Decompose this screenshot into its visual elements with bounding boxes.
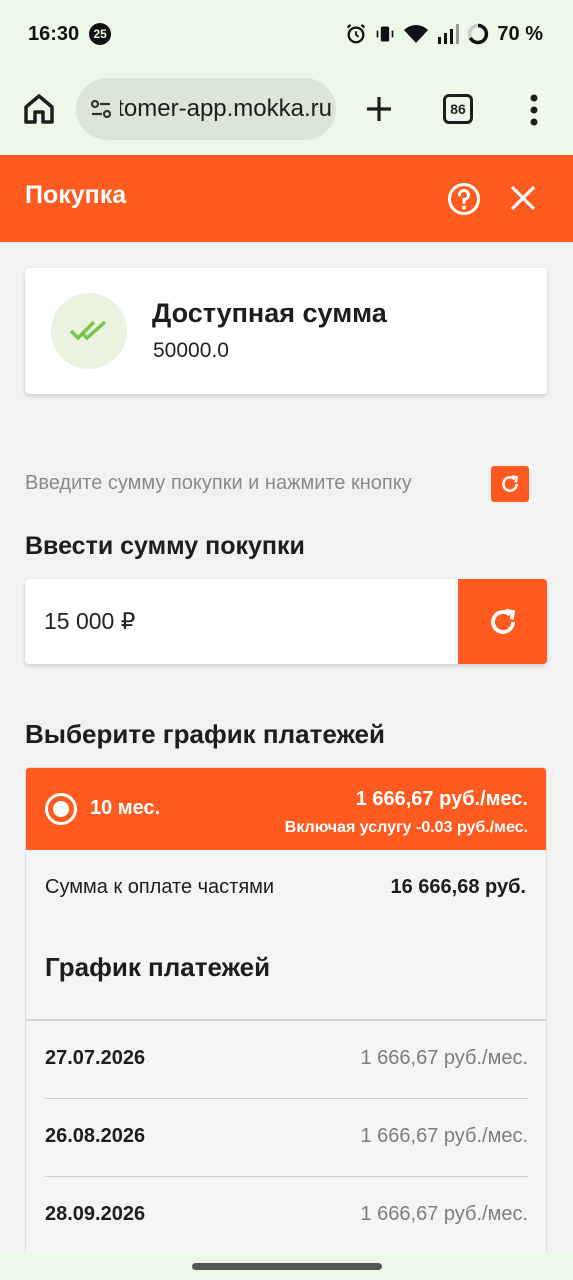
vibrate-icon [377,26,394,42]
recalculate-button[interactable] [458,579,547,664]
total-label: Сумма к оплате частями [45,876,275,898]
more-vertical-icon[interactable] [522,92,546,128]
notification-count-badge: 25 [89,23,112,45]
status-time: 16:30 [28,22,80,45]
url-bar[interactable]: customer-app.mokka.ru [76,78,336,140]
app-header: Покупка [0,155,573,242]
plus-icon[interactable] [362,92,396,126]
payments-title: График платежей [45,952,271,982]
refresh-icon [491,466,529,502]
status-icons: 70 % [345,23,543,46]
plan-radio-button[interactable] [45,793,77,825]
plan-service-note: Включая услугу -0.03 руб./мес. [284,819,528,836]
page-title: Покупка [25,181,127,209]
payment-date: 28.09.2026 [45,1203,146,1225]
status-bar: 16:30 25 70 % [0,0,573,68]
home-icon[interactable] [22,92,56,126]
url-text: customer-app.mokka.ru [120,95,332,122]
purchase-amount-input[interactable] [25,579,458,664]
available-balance-card: Доступная сумма 50000.0 [25,268,547,394]
payment-row: 28.09.2026 1 666,67 руб./мес. [45,1177,528,1255]
status-left: 16:30 25 [28,22,112,46]
plan-option-10-months[interactable]: 10 мес. 1 666,67 руб./мес. Включая услуг… [26,768,546,850]
signal-icon [438,24,460,44]
plan-months: 10 мес. [90,797,161,819]
balance-title: Доступная сумма [152,298,387,328]
close-icon[interactable] [509,184,537,212]
amount-section-title: Ввести сумму покупки [25,532,305,560]
plan-monthly-payment: 1 666,67 руб./мес. [355,788,528,810]
payment-date: 27.07.2026 [45,1047,146,1069]
total-value: 16 666,68 руб. [390,876,526,898]
balance-value: 50000.0 [153,339,229,362]
radio-selected-dot [53,801,69,817]
tab-switcher-button[interactable]: 86 [443,94,473,124]
browser-toolbar: customer-app.mokka.ru 86 [0,68,573,155]
site-settings-icon[interactable] [88,96,114,122]
payment-amount: 1 666,67 руб./мес. [360,1125,528,1147]
refresh-icon [490,608,515,634]
gesture-handle[interactable] [192,1263,382,1270]
help-icon[interactable] [447,182,481,216]
schedule-section-title: Выберите график платежей [25,719,385,749]
system-nav-bar [0,1253,573,1280]
battery-percent: 70 % [497,22,543,45]
alarm-icon [347,24,366,44]
double-check-icon [51,293,127,369]
payment-row: 27.07.2026 1 666,67 руб./мес. [45,1021,528,1099]
amount-input-group [25,579,547,664]
wifi-icon [404,25,429,43]
hint-text: Введите сумму покупки и нажмите кнопку [25,472,412,494]
payment-amount: 1 666,67 руб./мес. [360,1203,528,1225]
payment-row: 26.08.2026 1 666,67 руб./мес. [45,1099,528,1177]
payment-amount: 1 666,67 руб./мес. [360,1047,528,1069]
battery-icon [468,23,489,45]
payment-date: 26.08.2026 [45,1125,146,1147]
payment-plan-card: 10 мес. 1 666,67 руб./мес. Включая услуг… [25,767,547,1280]
